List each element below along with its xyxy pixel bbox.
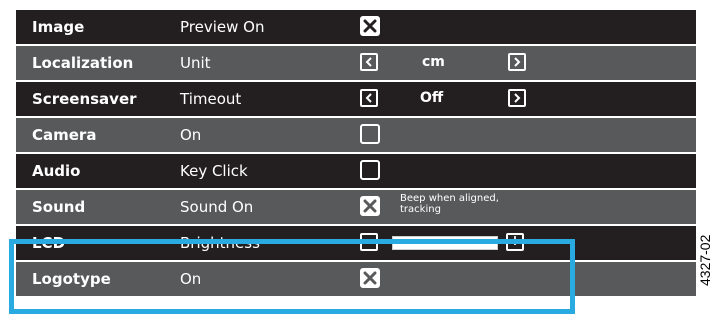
row-name: Screensaver (32, 90, 137, 108)
row-name: Camera (32, 126, 97, 144)
row-setting: Unit (180, 54, 211, 72)
figure-id: 4327-02 (697, 234, 713, 286)
row-setting: On (180, 270, 202, 288)
chevron-right-icon (514, 57, 521, 67)
settings-row-audio: Audio Key Click (16, 154, 696, 190)
check-x-icon (363, 271, 377, 285)
settings-row-screensaver: Screensaver Timeout Off (16, 82, 696, 118)
brightness-decrease-button[interactable]: - (360, 233, 378, 251)
timeout-next-button[interactable] (508, 89, 526, 107)
settings-row-sound: Sound Sound On Beep when aligned, tracki… (16, 190, 696, 226)
logotype-on-checkbox[interactable] (360, 268, 380, 288)
preview-on-checkbox[interactable] (360, 16, 380, 36)
row-setting: Key Click (180, 162, 248, 180)
brightness-level (393, 237, 497, 249)
row-name: Image (32, 18, 85, 36)
row-setting: Preview On (180, 18, 265, 36)
timeout-previous-button[interactable] (360, 89, 378, 107)
unit-previous-button[interactable] (360, 53, 378, 71)
settings-row-image: Image Preview On (16, 10, 696, 46)
camera-on-checkbox[interactable] (360, 124, 380, 144)
sound-on-checkbox[interactable] (360, 196, 380, 216)
key-click-checkbox[interactable] (360, 160, 380, 180)
chevron-left-icon (365, 57, 372, 67)
unit-value: cm (422, 54, 445, 70)
row-setting: Timeout (180, 90, 242, 108)
brightness-slider[interactable] (392, 236, 498, 250)
settings-row-camera: Camera On (16, 118, 696, 154)
row-setting: On (180, 126, 202, 144)
settings-panel: Image Preview On Localization Unit cm Sc… (16, 10, 696, 298)
row-name: Localization (32, 54, 134, 72)
row-name: Logotype (32, 270, 111, 288)
chevron-left-icon (365, 93, 372, 103)
check-x-icon (363, 19, 377, 33)
row-setting: Sound On (180, 198, 254, 216)
row-name: LCD (32, 234, 66, 252)
sound-note: Beep when aligned, tracking (400, 193, 499, 215)
settings-row-lcd: LCD Brightness - + (16, 226, 696, 262)
row-setting: Brightness (180, 234, 260, 252)
settings-row-logotype: Logotype On (16, 262, 696, 298)
chevron-right-icon (514, 93, 521, 103)
check-x-icon (363, 199, 377, 213)
settings-row-localization: Localization Unit cm (16, 46, 696, 82)
timeout-value: Off (420, 90, 444, 106)
row-name: Audio (32, 162, 81, 180)
row-name: Sound (32, 198, 86, 216)
unit-next-button[interactable] (508, 53, 526, 71)
brightness-increase-button[interactable]: + (506, 233, 524, 251)
